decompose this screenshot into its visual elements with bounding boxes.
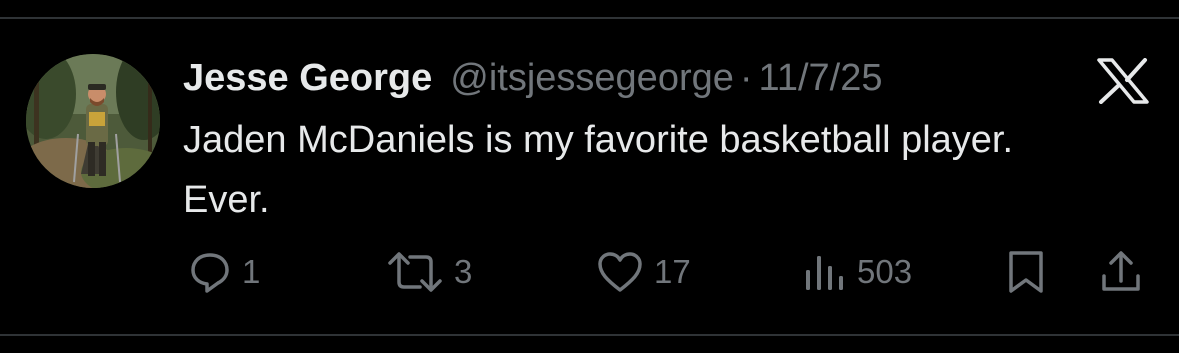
header-separator: · — [739, 56, 753, 99]
hiker-avatar-image — [26, 54, 160, 188]
reply-icon — [188, 250, 232, 294]
x-logo-icon[interactable] — [1097, 58, 1149, 104]
share-button[interactable] — [1100, 244, 1142, 300]
author-handle[interactable]: @itsjessegeorge — [450, 57, 734, 100]
reply-button[interactable]: 1 — [188, 244, 260, 300]
views-count: 503 — [857, 253, 913, 290]
top-divider — [0, 17, 1179, 19]
like-icon — [596, 250, 644, 294]
bottom-divider — [0, 334, 1179, 336]
views-button[interactable]: 503 — [803, 244, 912, 300]
tweet-text: Jaden McDaniels is my favorite basketbal… — [183, 119, 1014, 221]
avatar[interactable] — [26, 54, 160, 188]
tweet-header: Jesse George @itsjessegeorge · 11/7/25 — [183, 50, 883, 106]
views-icon — [803, 250, 847, 294]
like-count: 17 — [654, 253, 691, 290]
bookmark-icon — [1006, 249, 1046, 295]
like-button[interactable]: 17 — [596, 244, 691, 300]
reply-count: 1 — [242, 253, 261, 290]
share-icon — [1100, 249, 1142, 295]
repost-count: 3 — [454, 253, 473, 290]
tweet-date[interactable]: 11/7/25 — [759, 57, 883, 100]
author-display-name[interactable]: Jesse George — [183, 57, 432, 100]
repost-button[interactable]: 3 — [386, 244, 472, 300]
repost-icon — [386, 250, 444, 294]
bookmark-button[interactable] — [1006, 244, 1046, 300]
